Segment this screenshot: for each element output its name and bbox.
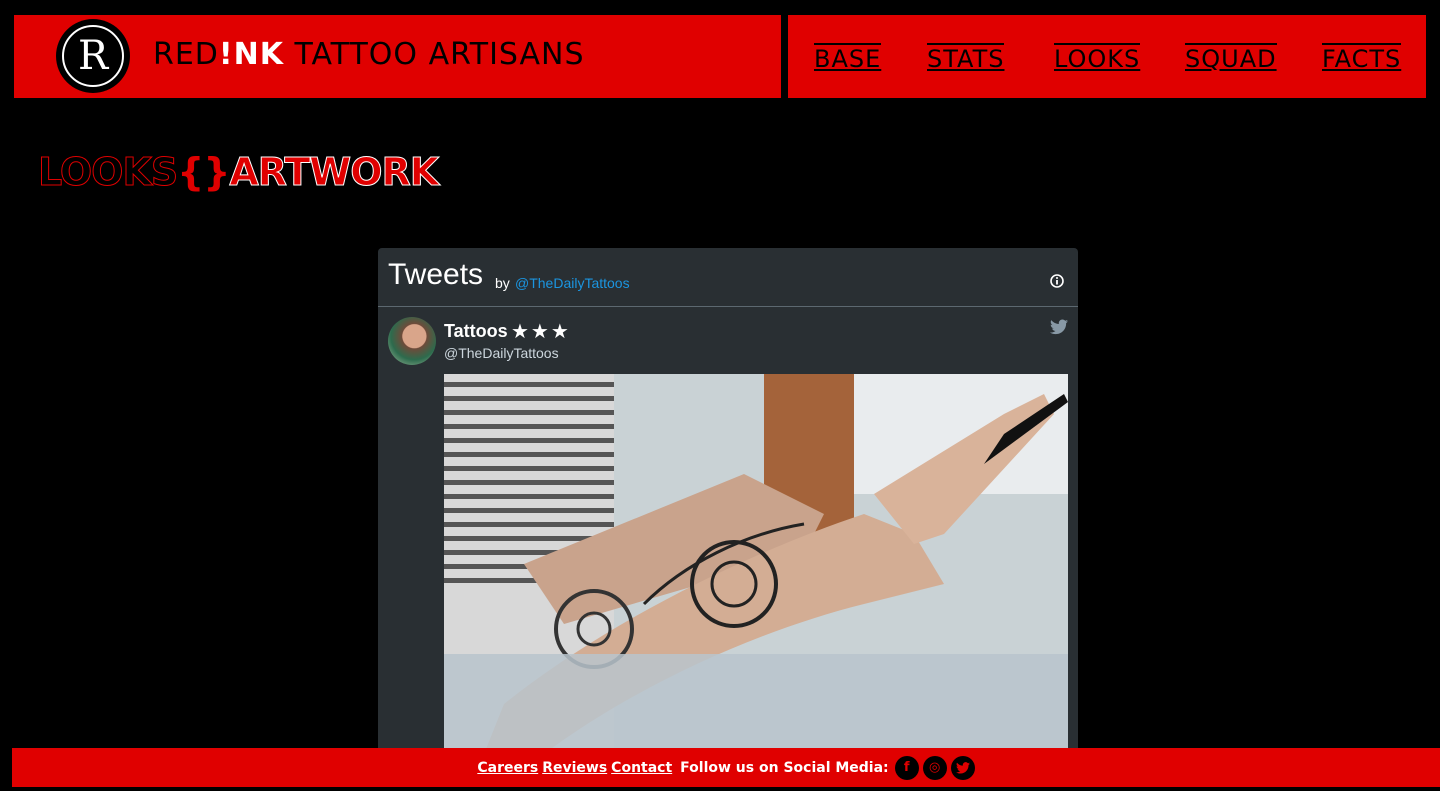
widget-by: by — [495, 275, 510, 291]
logo-letter: R — [62, 25, 124, 87]
nav-base[interactable]: BASE — [814, 43, 882, 72]
nav-squad[interactable]: SQUAD — [1185, 43, 1277, 72]
instagram-icon[interactable]: ◎ — [922, 755, 947, 780]
tattoo-arm-photo — [444, 374, 1068, 748]
nav-looks[interactable]: LOOKS — [1054, 43, 1141, 72]
footer-bar: Careers Reviews Contact Follow us on Soc… — [12, 748, 1440, 787]
page-title: LOOKS{}ARTWORK — [37, 150, 440, 195]
header-brand-bar: R RED!NK TATTOO ARTISANS — [14, 15, 781, 98]
nav-stats[interactable]: STATS — [927, 43, 1005, 72]
avatar[interactable] — [388, 317, 436, 365]
info-icon[interactable] — [1050, 274, 1064, 288]
widget-header: Tweets by @TheDailyTattoos — [378, 248, 1078, 307]
tweet-media-image[interactable] — [444, 374, 1068, 748]
brand-red: RED — [153, 37, 219, 72]
twitter-icon[interactable] — [950, 755, 975, 780]
brand-name: RED!NK TATTOO ARTISANS — [153, 37, 585, 72]
nav-facts[interactable]: FACTS — [1322, 43, 1402, 72]
page-title-artwork: ARTWORK — [229, 150, 440, 195]
widget-title: Tweets — [388, 258, 484, 291]
logo[interactable]: R — [56, 19, 130, 93]
footer-link-reviews[interactable]: Reviews — [542, 760, 607, 776]
main-nav: BASE STATS LOOKS SQUAD FACTS — [788, 15, 1426, 98]
tweet-author-stars: ★★★ — [511, 319, 571, 343]
twitter-timeline-widget[interactable]: Tweets by @TheDailyTattoos Tattoos ★★★ @… — [378, 248, 1078, 748]
tweet-author-name[interactable]: Tattoos — [444, 321, 508, 342]
brand-rest: TATTOO ARTISANS — [283, 37, 585, 72]
tweet-author-handle[interactable]: @TheDailyTattoos — [444, 345, 559, 361]
page-title-brace: {} — [177, 150, 230, 194]
footer-link-contact[interactable]: Contact — [611, 760, 672, 776]
facebook-icon[interactable]: f — [894, 755, 919, 780]
footer-follow-text: Follow us on Social Media: — [680, 759, 889, 776]
footer-link-careers[interactable]: Careers — [477, 760, 538, 776]
brand-ink: !NK — [218, 37, 284, 72]
widget-handle-link[interactable]: @TheDailyTattoos — [515, 275, 630, 291]
twitter-bird-icon[interactable] — [1050, 319, 1068, 335]
page-title-looks: LOOKS — [37, 150, 178, 195]
